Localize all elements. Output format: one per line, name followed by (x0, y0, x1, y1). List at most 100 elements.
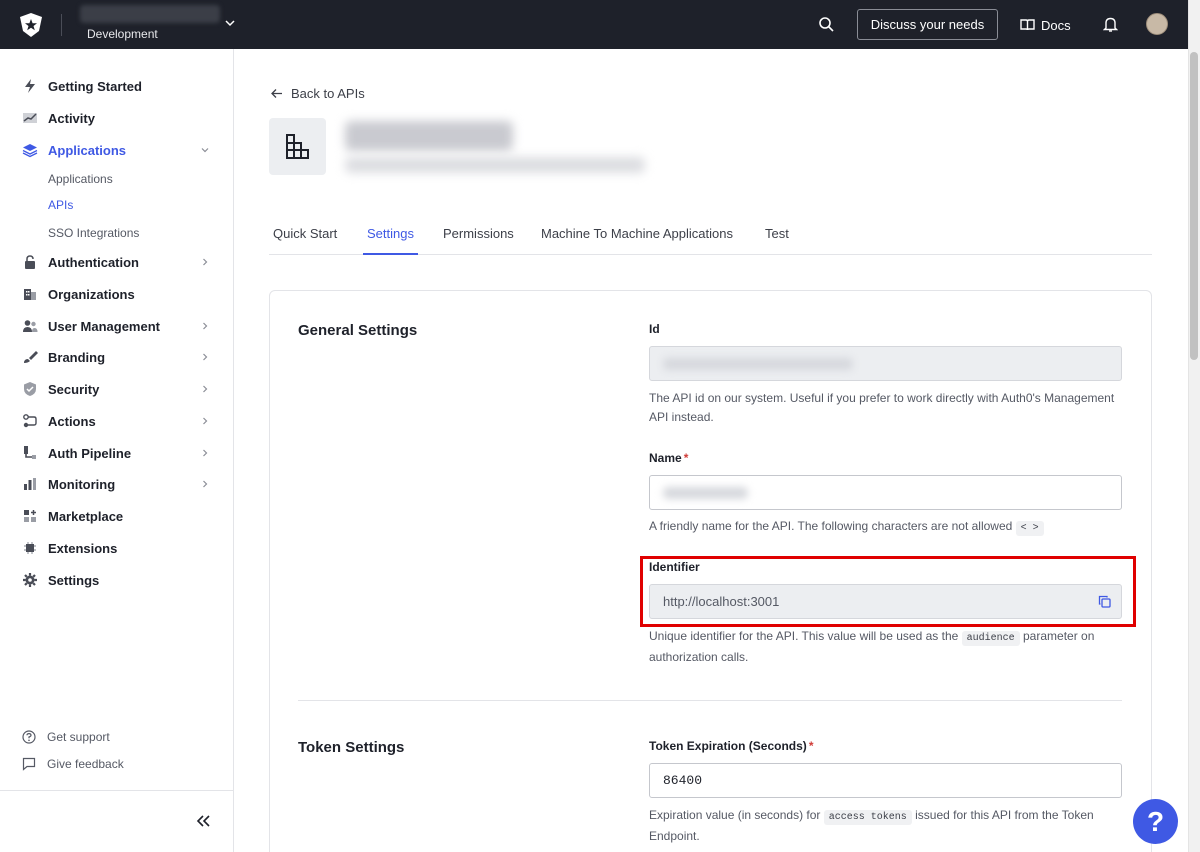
search-icon[interactable] (818, 16, 835, 33)
sidebar-item-label: Monitoring (48, 477, 116, 492)
required-marker: * (808, 739, 814, 753)
sidebar-item-user-management[interactable]: User Management (0, 311, 233, 341)
tab-bar: Quick Start Settings Permissions Machine… (269, 222, 1152, 255)
audience-code: audience (961, 631, 1020, 646)
bar-chart-icon (24, 478, 36, 490)
sidebar-item-applications[interactable]: Applications (0, 135, 233, 165)
lightning-icon (25, 79, 35, 93)
sidebar-item-label: Applications (48, 143, 127, 158)
tab-quick-start[interactable]: Quick Start (273, 226, 337, 255)
bell-icon[interactable] (1103, 16, 1118, 33)
get-support-link[interactable]: Get support (22, 728, 110, 746)
sidebar-item-auth-pipeline[interactable]: Auth Pipeline (0, 438, 233, 468)
token-expiration-label: Token Expiration (Seconds) * (649, 739, 813, 753)
access-tokens-code: access tokens (823, 810, 912, 825)
building-icon (24, 289, 36, 300)
sidebar-subitem-apis[interactable]: APIs (48, 198, 73, 212)
sidebar-item-label: Marketplace (48, 509, 124, 524)
lock-icon (25, 255, 35, 269)
sidebar-item-settings[interactable]: Settings (0, 565, 233, 595)
chevron-right-icon (203, 449, 208, 457)
general-settings-title: General Settings (298, 322, 418, 339)
sidebar-item-branding[interactable]: Branding (0, 342, 233, 372)
chevron-down-icon[interactable] (224, 17, 236, 29)
help-fab-button[interactable]: ? (1133, 799, 1178, 844)
id-help: The API id on our system. Useful if you … (649, 391, 1115, 424)
sidebar-item-label: Auth Pipeline (48, 446, 132, 461)
collapse-sidebar-icon[interactable] (195, 814, 211, 828)
back-label: Back to APIs (291, 86, 365, 101)
chevron-right-icon (203, 385, 208, 393)
sidebar-item-actions[interactable]: Actions (0, 406, 233, 436)
auth0-logo-icon[interactable] (18, 12, 44, 38)
users-icon (23, 320, 38, 332)
tenant-environment[interactable]: Development (87, 27, 158, 41)
gear-icon (23, 573, 37, 587)
scrollbar-thumb[interactable] (1190, 52, 1198, 360)
sidebar-item-organizations[interactable]: Organizations (0, 279, 233, 309)
token-expiration-help: Expiration value (in seconds) for access… (649, 806, 1109, 846)
sidebar-item-label: Actions (48, 414, 96, 429)
chart-line-icon (23, 113, 37, 123)
discuss-needs-button[interactable]: Discuss your needs (857, 9, 998, 40)
sidebar-divider (0, 790, 233, 791)
token-expiration-label-text: Token Expiration (Seconds) (649, 739, 807, 753)
sidebar-item-activity[interactable]: Activity (0, 103, 233, 133)
sidebar-item-extensions[interactable]: Extensions (0, 533, 233, 563)
chevron-right-icon (203, 480, 208, 488)
api-name-redacted (345, 121, 513, 151)
tab-machine-to-machine[interactable]: Machine To Machine Applications (541, 226, 733, 255)
disallowed-chars: < > (1015, 521, 1044, 536)
chevron-down-icon (201, 148, 209, 153)
section-divider (298, 700, 1122, 701)
sidebar-item-label: Activity (48, 111, 95, 126)
token-settings-title: Token Settings (298, 739, 405, 756)
tab-permissions[interactable]: Permissions (443, 226, 514, 255)
sidebar-item-monitoring[interactable]: Monitoring (0, 469, 233, 499)
back-to-apis-link[interactable]: Back to APIs (270, 86, 365, 101)
tab-test[interactable]: Test (765, 226, 789, 255)
sidebar-subitem-sso-integrations[interactable]: SSO Integrations (48, 226, 139, 240)
sidebar-item-marketplace[interactable]: Marketplace (0, 501, 233, 531)
sidebar-item-label: Settings (48, 573, 100, 588)
chip-icon (24, 542, 36, 554)
docs-link[interactable]: Docs (1020, 15, 1071, 35)
tenant-name-redacted[interactable] (80, 5, 220, 23)
chevron-right-icon (203, 417, 208, 425)
layers-icon (22, 144, 38, 158)
pipeline-icon (24, 446, 36, 459)
top-bar: Development Discuss your needs Docs (0, 0, 1188, 49)
chevron-right-icon (203, 322, 208, 330)
sidebar-item-authentication[interactable]: Authentication (0, 247, 233, 277)
chat-icon (22, 757, 36, 771)
name-input[interactable] (649, 475, 1122, 510)
avatar[interactable] (1146, 13, 1168, 35)
sidebar-item-label: Security (48, 382, 100, 397)
id-label: Id (649, 322, 660, 336)
grid-plus-icon (24, 510, 36, 522)
sidebar-item-label: Authentication (48, 255, 139, 270)
sidebar-subitem-applications[interactable]: Applications (48, 172, 113, 186)
sidebar: Getting Started Activity Applications Ap… (0, 49, 234, 852)
sidebar-item-label: Extensions (48, 541, 118, 556)
name-help-text: A friendly name for the API. The followi… (649, 519, 1013, 533)
name-label: Name * (649, 451, 688, 465)
identifier-help-pre: Unique identifier for the API. This valu… (649, 629, 959, 643)
topbar-separator (61, 14, 62, 36)
sidebar-item-security[interactable]: Security (0, 374, 233, 404)
give-feedback-link[interactable]: Give feedback (22, 755, 124, 773)
token-expiration-input[interactable]: 86400 (649, 763, 1122, 798)
tab-settings[interactable]: Settings (363, 226, 418, 255)
sidebar-item-getting-started[interactable]: Getting Started (0, 71, 233, 101)
get-support-label: Get support (47, 730, 110, 744)
name-help: A friendly name for the API. The followi… (649, 517, 1129, 538)
shield-icon (24, 382, 36, 396)
book-icon (1020, 19, 1035, 31)
identifier-help: Unique identifier for the API. This valu… (649, 627, 1129, 667)
api-icon-container (269, 118, 326, 175)
id-field[interactable] (649, 346, 1122, 381)
brush-icon (24, 351, 38, 363)
sidebar-item-label: Branding (48, 350, 106, 365)
sidebar-item-label: User Management (48, 319, 160, 334)
chevron-right-icon (203, 353, 208, 361)
